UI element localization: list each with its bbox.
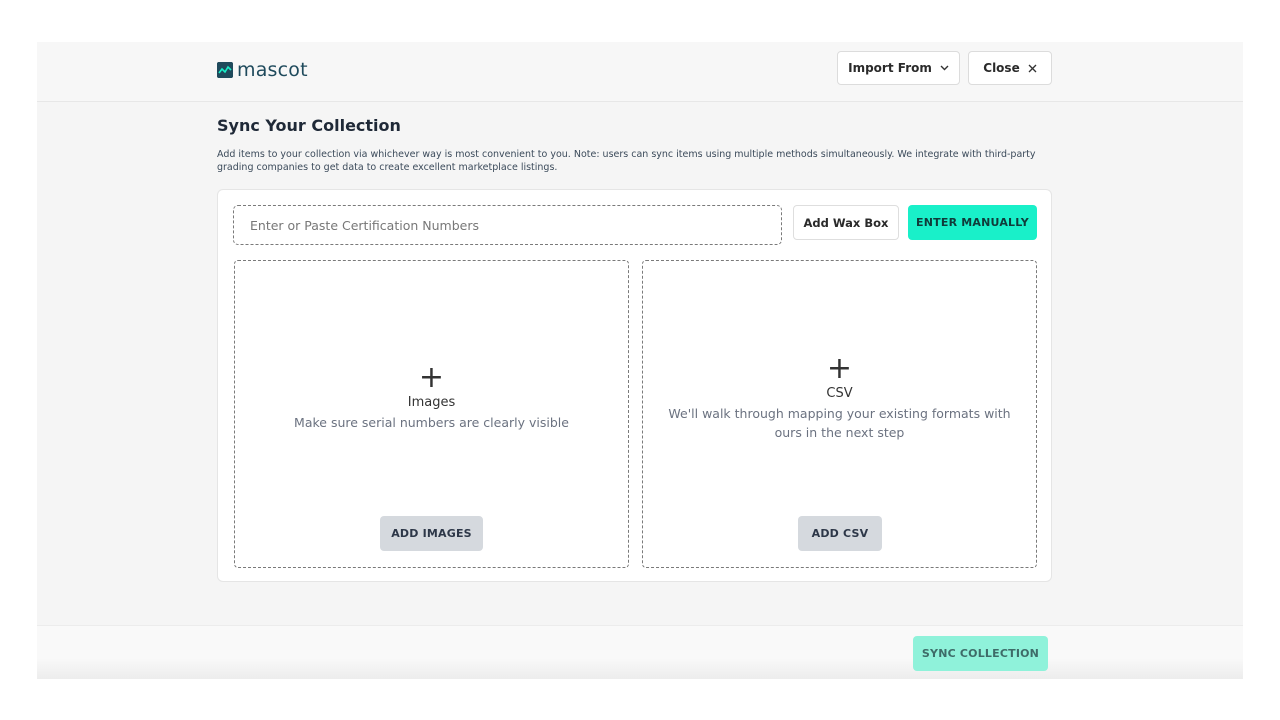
csv-subtitle: We'll walk through mapping your existing… bbox=[668, 406, 1011, 440]
logo-text: mascot bbox=[237, 59, 308, 81]
chart-line-icon bbox=[217, 62, 233, 78]
sync-card: Add Wax Box ENTER MANUALLY + Images Make… bbox=[217, 189, 1052, 582]
images-subtitle: Make sure serial numbers are clearly vis… bbox=[294, 415, 569, 430]
logo[interactable]: mascot bbox=[217, 59, 308, 81]
close-icon bbox=[1028, 64, 1037, 72]
header: mascot Import From Close bbox=[37, 42, 1243, 102]
csv-title: CSV bbox=[826, 386, 853, 401]
add-images-button[interactable]: ADD IMAGES bbox=[380, 516, 483, 551]
chevron-down-icon bbox=[940, 65, 949, 71]
modal-frame: mascot Import From Close Sync Your Colle… bbox=[37, 42, 1243, 679]
plus-icon: + bbox=[826, 351, 853, 386]
import-from-button[interactable]: Import From bbox=[837, 51, 960, 85]
page-title: Sync Your Collection bbox=[217, 116, 401, 135]
add-wax-box-button[interactable]: Add Wax Box bbox=[793, 205, 899, 240]
close-label: Close bbox=[983, 61, 1020, 75]
import-from-label: Import From bbox=[848, 61, 932, 75]
page-description: Add items to your collection via whichev… bbox=[217, 149, 1036, 173]
footer: SYNC COLLECTION bbox=[37, 625, 1243, 679]
sync-collection-button[interactable]: SYNC COLLECTION bbox=[913, 636, 1048, 671]
certification-numbers-input[interactable] bbox=[233, 205, 782, 245]
images-dropzone[interactable]: + Images Make sure serial numbers are cl… bbox=[234, 260, 629, 568]
images-title: Images bbox=[407, 395, 456, 410]
csv-dropzone[interactable]: + CSV We'll walk through mapping your ex… bbox=[642, 260, 1037, 568]
enter-manually-button[interactable]: ENTER MANUALLY bbox=[908, 205, 1037, 240]
add-csv-button[interactable]: ADD CSV bbox=[798, 516, 882, 551]
plus-icon: + bbox=[418, 360, 445, 395]
close-button[interactable]: Close bbox=[968, 51, 1052, 85]
